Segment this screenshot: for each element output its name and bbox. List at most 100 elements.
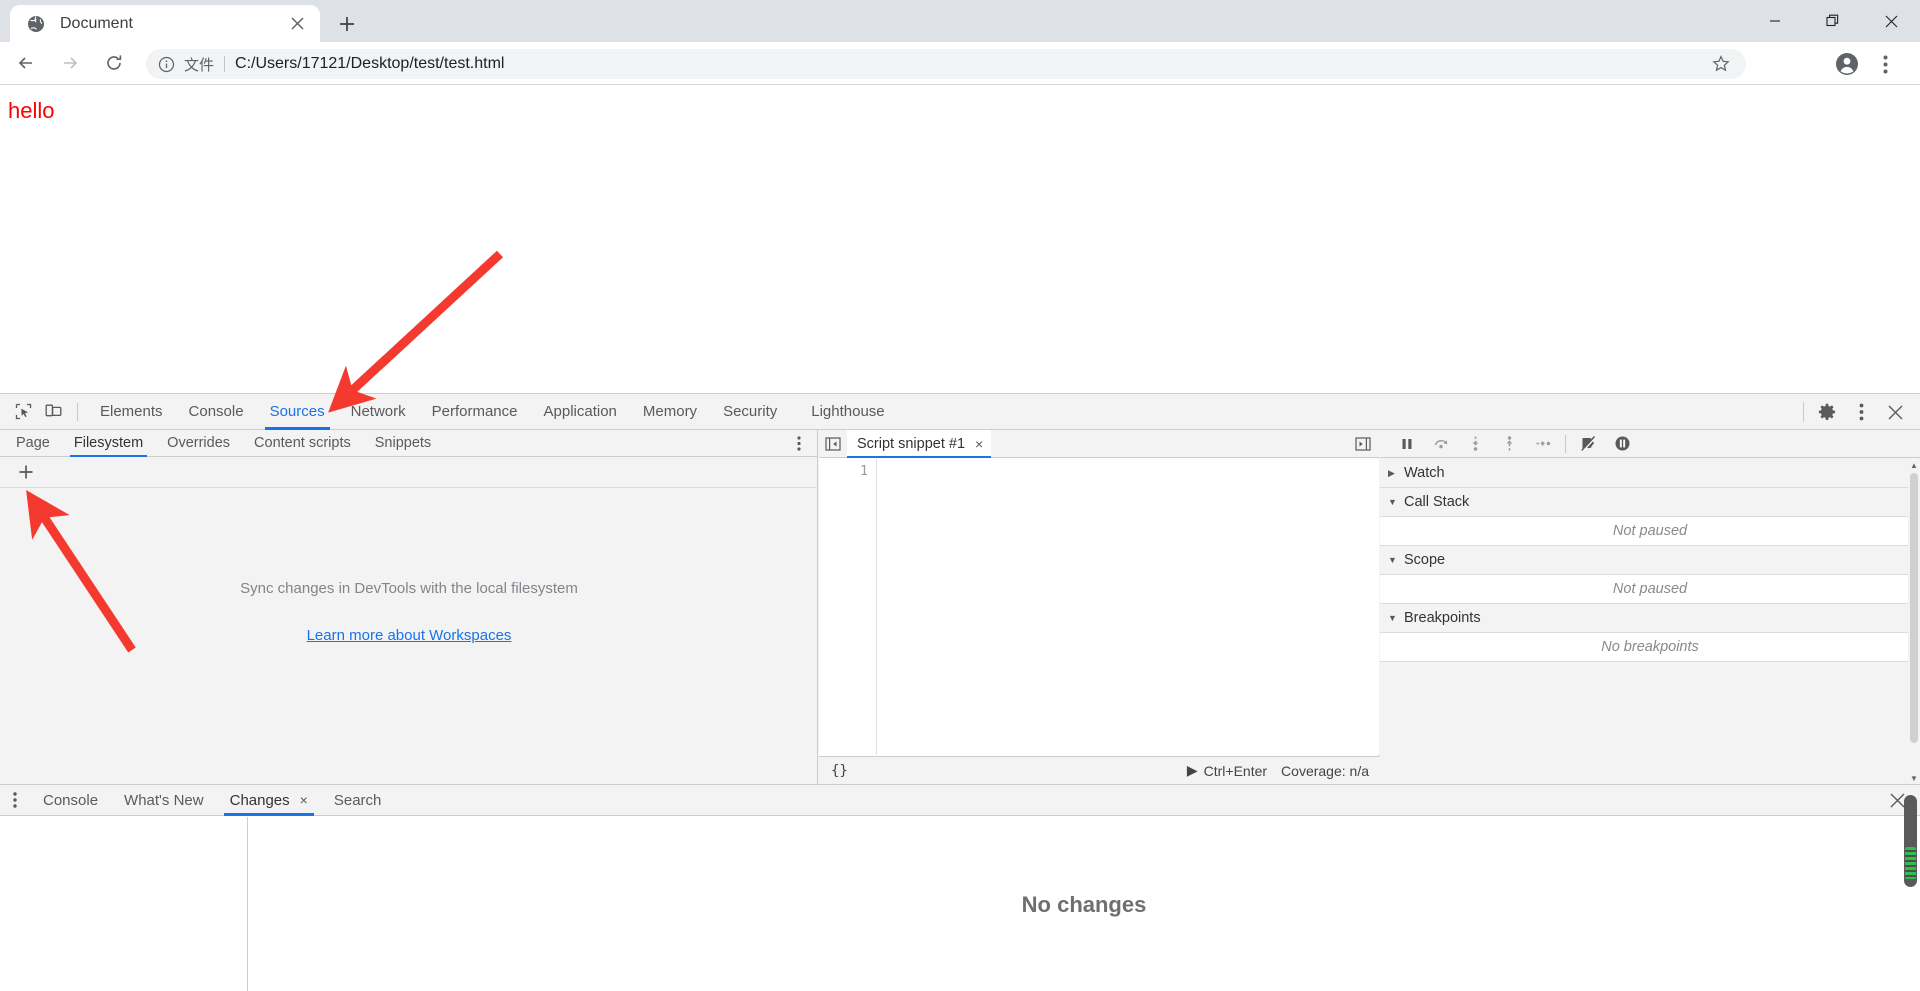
editor-statusbar: {} ▶ Ctrl+Enter Coverage: n/a <box>819 756 1379 784</box>
chevron-down-icon: ▼ <box>1388 613 1397 623</box>
drawer-tab-close-icon[interactable]: × <box>300 792 308 808</box>
tab-label: Console <box>188 403 244 420</box>
browser-window: Document 文件 C:/Users/17121/Desktop/test/… <box>0 0 1920 991</box>
tab-security[interactable]: Security <box>710 394 790 430</box>
tab-label: Lighthouse <box>811 403 885 420</box>
run-snippet-button[interactable]: ▶ Ctrl+Enter <box>1187 762 1267 779</box>
play-icon: ▶ <box>1186 762 1198 778</box>
deactivate-breakpoints-icon[interactable] <box>1571 430 1605 458</box>
pause-on-exceptions-icon[interactable] <box>1605 430 1639 458</box>
scroll-down-icon[interactable]: ▼ <box>1908 772 1920 784</box>
section-breakpoints[interactable]: ▼ Breakpoints <box>1380 604 1920 633</box>
drawer-tab-whats-new[interactable]: What's New <box>111 785 217 816</box>
debugger-sections: ▶ Watch ▼ Call Stack Not paused ▼ Scope … <box>1380 459 1920 784</box>
section-scope[interactable]: ▼ Scope <box>1380 546 1920 575</box>
file-tab-close-icon[interactable]: × <box>975 437 983 451</box>
step-out-icon[interactable] <box>1492 430 1526 458</box>
back-icon[interactable] <box>8 45 44 81</box>
minimize-icon[interactable] <box>1746 0 1804 42</box>
step-over-icon[interactable] <box>1424 430 1458 458</box>
recording-scrollbar-indicator[interactable] <box>1904 795 1917 887</box>
tab-memory[interactable]: Memory <box>630 394 710 430</box>
plus-icon[interactable] <box>15 461 37 483</box>
drawer-tab-label: Search <box>333 791 382 809</box>
drawer-tab-label: What's New <box>124 791 204 809</box>
chevron-down-icon: ▼ <box>1388 497 1397 507</box>
avatar-icon[interactable] <box>1832 49 1862 79</box>
tab-label: Elements <box>100 403 163 420</box>
code-editor[interactable]: 1 <box>819 459 1379 755</box>
omnibox-actions <box>1700 49 1736 79</box>
toolbar-divider <box>77 402 78 421</box>
section-watch[interactable]: ▶ Watch <box>1380 459 1920 488</box>
scrollbar-thumb[interactable] <box>1910 473 1918 743</box>
close-devtools-icon[interactable] <box>1878 394 1912 430</box>
tab-label: Application <box>543 403 617 420</box>
tab-title: Document <box>60 14 133 32</box>
star-icon[interactable] <box>1706 49 1736 79</box>
toolbar-divider <box>1803 402 1804 422</box>
tab-label: Security <box>723 403 778 420</box>
drawer-tab-console[interactable]: Console <box>30 785 111 816</box>
tab-application[interactable]: Application <box>531 394 630 430</box>
subtab-filesystem[interactable]: Filesystem <box>62 430 155 457</box>
navigator-more-icon[interactable] <box>786 430 812 457</box>
tab-performance[interactable]: Performance <box>419 394 531 430</box>
collapse-navigator-icon[interactable] <box>819 430 847 458</box>
debugger-scrollbar[interactable]: ▲ ▼ <box>1908 459 1920 784</box>
subtab-label: Overrides <box>167 435 231 451</box>
pretty-print-icon[interactable]: {} <box>831 763 848 779</box>
subtab-overrides[interactable]: Overrides <box>155 430 242 457</box>
reload-icon[interactable] <box>96 45 132 81</box>
navigator-pane: Page Filesystem Overrides Content script… <box>0 430 818 784</box>
changes-file-list <box>0 817 248 991</box>
drawer-more-icon[interactable] <box>0 785 30 816</box>
section-title: Breakpoints <box>1404 610 1481 626</box>
subtab-content-scripts[interactable]: Content scripts <box>242 430 363 457</box>
step-icon[interactable] <box>1526 430 1560 458</box>
restore-icon[interactable] <box>1804 0 1862 42</box>
tab-console[interactable]: Console <box>176 394 257 430</box>
address-bar[interactable]: 文件 C:/Users/17121/Desktop/test/test.html <box>146 49 1746 79</box>
section-call-stack[interactable]: ▼ Call Stack <box>1380 488 1920 517</box>
close-window-icon[interactable] <box>1862 0 1920 42</box>
devtools-tabbar: Elements Console Sources Network Perform… <box>0 394 1920 430</box>
line-number-gutter: 1 <box>819 459 877 755</box>
tab-close-icon[interactable] <box>284 11 310 37</box>
info-circle-icon[interactable] <box>158 56 175 73</box>
section-title: Watch <box>1404 465 1445 481</box>
section-title: Scope <box>1404 552 1446 568</box>
drawer-tab-changes[interactable]: Changes × <box>217 785 321 816</box>
editor-file-tab[interactable]: Script snippet #1 × <box>847 429 992 458</box>
devtools-drawer: Console What's New Changes × Search No c… <box>0 784 1920 991</box>
subtab-snippets[interactable]: Snippets <box>363 430 443 457</box>
device-toolbar-icon[interactable] <box>38 398 68 426</box>
step-into-icon[interactable] <box>1458 430 1492 458</box>
debugger-divider <box>1565 434 1566 453</box>
tab-label: Performance <box>431 403 518 420</box>
pause-resume-icon[interactable] <box>1390 430 1424 458</box>
more-options-icon[interactable] <box>1844 394 1878 430</box>
tab-strip: Document <box>0 0 1920 42</box>
tab-sources[interactable]: Sources <box>257 394 338 430</box>
devtools-toolbar-actions <box>1797 394 1920 430</box>
workspace-learn-more-link[interactable]: Learn more about Workspaces <box>0 627 818 644</box>
tab-network[interactable]: Network <box>338 394 419 430</box>
drawer-tab-label: Changes <box>229 791 290 809</box>
code-content[interactable] <box>877 459 1379 755</box>
forward-icon[interactable] <box>52 45 88 81</box>
scroll-up-icon[interactable]: ▲ <box>1908 459 1920 471</box>
settings-gear-icon[interactable] <box>1810 394 1844 430</box>
browser-toolbar: 文件 C:/Users/17121/Desktop/test/test.html <box>0 42 1920 85</box>
subtab-page[interactable]: Page <box>4 430 62 457</box>
tab-elements[interactable]: Elements <box>87 394 176 430</box>
tab-lighthouse[interactable]: Lighthouse <box>798 394 897 430</box>
drawer-tab-search[interactable]: Search <box>321 785 395 816</box>
browser-tab[interactable]: Document <box>10 5 320 42</box>
new-tab-button[interactable] <box>332 9 362 39</box>
url-text[interactable]: C:/Users/17121/Desktop/test/test.html <box>235 55 504 73</box>
three-dot-menu-icon[interactable] <box>1870 49 1900 79</box>
add-folder-row <box>0 457 818 488</box>
expand-debugger-icon[interactable] <box>1349 430 1377 458</box>
inspect-element-icon[interactable] <box>8 398 38 426</box>
